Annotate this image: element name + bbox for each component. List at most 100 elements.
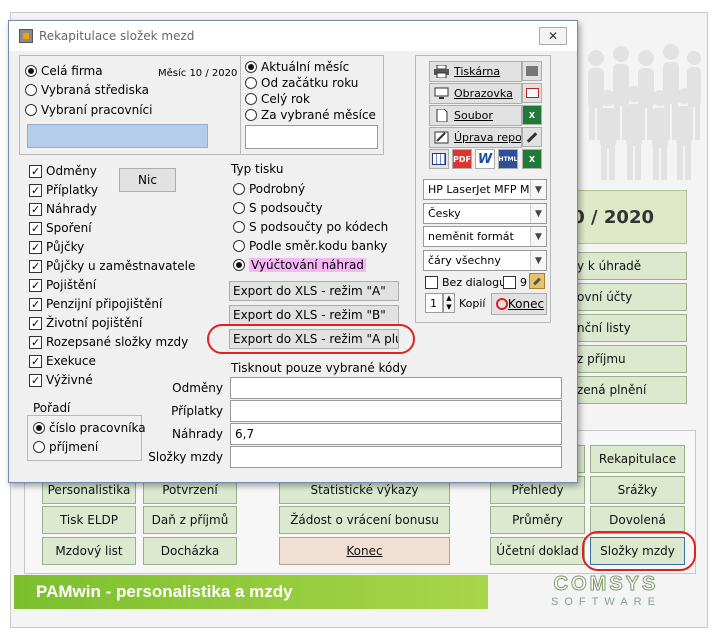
printer-button[interactable]: Tiskárna xyxy=(429,61,522,82)
printer-select[interactable]: HP LaserJet MFP M2 ▼ xyxy=(423,179,547,200)
order-by-number[interactable]: číslo pracovníka xyxy=(33,420,146,436)
chk-nahrady[interactable]: Náhrady xyxy=(29,201,97,217)
payroll-sheet-button[interactable]: Mzdový list xyxy=(42,537,136,565)
radio-icon xyxy=(245,61,257,73)
averages-button[interactable]: Průměry xyxy=(490,506,585,534)
component-label: Odměny xyxy=(46,164,97,178)
copies-label: Kopií xyxy=(459,297,486,310)
code-field-odmeny[interactable] xyxy=(230,377,562,399)
order-label: Pořadí xyxy=(33,401,71,415)
format-select[interactable]: neměnit formát ▼ xyxy=(423,226,547,247)
recapitulation-button[interactable]: Rekapitulace xyxy=(590,445,685,473)
months-field[interactable] xyxy=(245,125,378,149)
printer-setup-button[interactable] xyxy=(522,61,542,81)
excel-alt-button[interactable]: X xyxy=(522,149,542,169)
calendar-button[interactable] xyxy=(429,149,449,169)
chk-pojisteni[interactable]: Pojištění xyxy=(29,277,96,293)
word-button[interactable]: W xyxy=(475,149,495,169)
checkbox-icon xyxy=(425,275,438,289)
chk-zivotni[interactable]: Životní pojištění xyxy=(29,315,142,331)
close-button[interactable]: ✕ xyxy=(539,27,567,45)
radio-icon xyxy=(25,65,37,77)
period-whole-year[interactable]: Celý rok xyxy=(245,91,310,107)
checkbox-icon xyxy=(29,164,42,178)
checkbox-icon xyxy=(29,297,42,311)
power-icon xyxy=(496,298,508,310)
file-icon xyxy=(436,109,448,122)
scope-label: Celá firma xyxy=(41,64,103,78)
print-bank-code[interactable]: Podle směr.kodu banky xyxy=(233,238,387,254)
edit-report-icon xyxy=(434,131,449,144)
printer-select-value: HP LaserJet MFP M2 xyxy=(428,183,537,196)
print-subtotals[interactable]: S podsoučty xyxy=(233,200,323,216)
pdf-button[interactable]: PDF xyxy=(452,149,472,169)
chk-pujcky-zam[interactable]: Půjčky u zaměstnavatele xyxy=(29,258,195,274)
chk-sporeni[interactable]: Spoření xyxy=(29,220,92,236)
excel-icon: X xyxy=(528,110,536,120)
chk-pujcky[interactable]: Půjčky xyxy=(29,239,84,255)
close-icon: ✕ xyxy=(547,29,559,43)
component-label: Exekuce xyxy=(46,354,96,368)
component-label: Náhrady xyxy=(46,202,97,216)
radio-icon xyxy=(33,422,45,434)
chevron-down-icon: ▼ xyxy=(530,251,546,270)
checkbox-icon xyxy=(29,335,42,349)
no-dialog-checkbox[interactable]: Bez dialogu xyxy=(425,274,506,290)
order-by-surname[interactable]: příjmení xyxy=(33,439,98,455)
deductions-button[interactable]: Srážky xyxy=(590,476,685,504)
chk-vyzivne[interactable]: Výživné xyxy=(29,372,93,388)
end-button[interactable]: Konec xyxy=(491,293,547,315)
chk-exekuce[interactable]: Exekuce xyxy=(29,353,96,369)
export-xls-b-button[interactable]: Export do XLS - režim "B" xyxy=(229,305,399,325)
vacation-button[interactable]: Dovolená xyxy=(590,506,685,534)
nothing-button[interactable]: Nic xyxy=(119,168,176,192)
period-from-year-start[interactable]: Od začátku roku xyxy=(245,75,358,91)
period-selected-months[interactable]: Za vybrané měsíce xyxy=(245,107,376,123)
print-type-option: Podrobný xyxy=(249,182,306,196)
eldp-button[interactable]: Tisk ELDP xyxy=(42,506,136,534)
file-button[interactable]: Soubor xyxy=(429,105,522,126)
edit-report-button[interactable]: Úprava repor xyxy=(429,127,522,148)
selection-box[interactable] xyxy=(27,124,208,148)
print-type-option: Podle směr.kodu banky xyxy=(249,239,388,253)
language-select[interactable]: Česky ▼ xyxy=(423,203,547,224)
screen-export-button[interactable] xyxy=(522,83,542,103)
chk-penzijni[interactable]: Penzijní připojištění xyxy=(29,296,162,312)
scope-whole-company[interactable]: Celá firma xyxy=(25,63,103,79)
scope-selected-centers[interactable]: Vybraná střediska xyxy=(25,82,149,98)
copies-stepper[interactable]: ▲ ▼ xyxy=(443,293,455,313)
checkbox-icon xyxy=(29,354,42,368)
print-subtotals-codes[interactable]: S podsoučty po kódech xyxy=(233,219,388,235)
component-label: Příplatky xyxy=(46,183,98,197)
period-current-month[interactable]: Aktuální měsíc xyxy=(245,59,349,75)
chk-rozepsane[interactable]: Rozepsané složky mzdy xyxy=(29,334,188,350)
component-label: Životní pojištění xyxy=(46,316,143,330)
radio-icon xyxy=(233,259,245,271)
print-detailed[interactable]: Podrobný xyxy=(233,181,305,197)
code-label-odmeny: Odměny xyxy=(172,381,223,395)
people-illustration xyxy=(588,44,701,180)
lines-select[interactable]: čáry všechny ▼ xyxy=(423,250,547,271)
code-field-priplatky[interactable] xyxy=(230,400,562,422)
nine-checkbox[interactable]: 9 xyxy=(503,274,527,290)
screen-button[interactable]: Obrazovka xyxy=(429,83,522,104)
export-xls-a-button[interactable]: Export do XLS - režim "A" xyxy=(229,281,399,301)
scope-selected-workers[interactable]: Vybraní pracovníci xyxy=(25,102,152,118)
attendance-button[interactable]: Docházka xyxy=(143,537,237,565)
income-tax-button[interactable]: Daň z příjmů xyxy=(143,506,237,534)
exit-button[interactable]: Konec xyxy=(279,537,450,565)
print-settlement[interactable]: Vyúčtování náhrad xyxy=(233,257,366,273)
code-label-nahrady: Náhrady xyxy=(172,427,223,441)
excel-button[interactable]: X xyxy=(522,105,542,125)
code-field-nahrady[interactable]: 6,7 xyxy=(230,423,562,445)
bonus-refund-button[interactable]: Žádost o vrácení bonusu xyxy=(279,506,450,534)
code-field-slozky[interactable] xyxy=(230,446,562,468)
edit-tool-button[interactable] xyxy=(522,127,542,147)
chk-priplatky[interactable]: Příplatky xyxy=(29,182,98,198)
calendar-icon xyxy=(432,153,446,165)
accounting-document-button[interactable]: Účetní doklad xyxy=(490,537,585,565)
html-button[interactable]: HTML xyxy=(498,149,518,169)
tool-button[interactable] xyxy=(529,273,545,289)
copies-input[interactable]: 1 xyxy=(425,293,443,313)
chk-odmeny[interactable]: Odměny xyxy=(29,163,97,179)
